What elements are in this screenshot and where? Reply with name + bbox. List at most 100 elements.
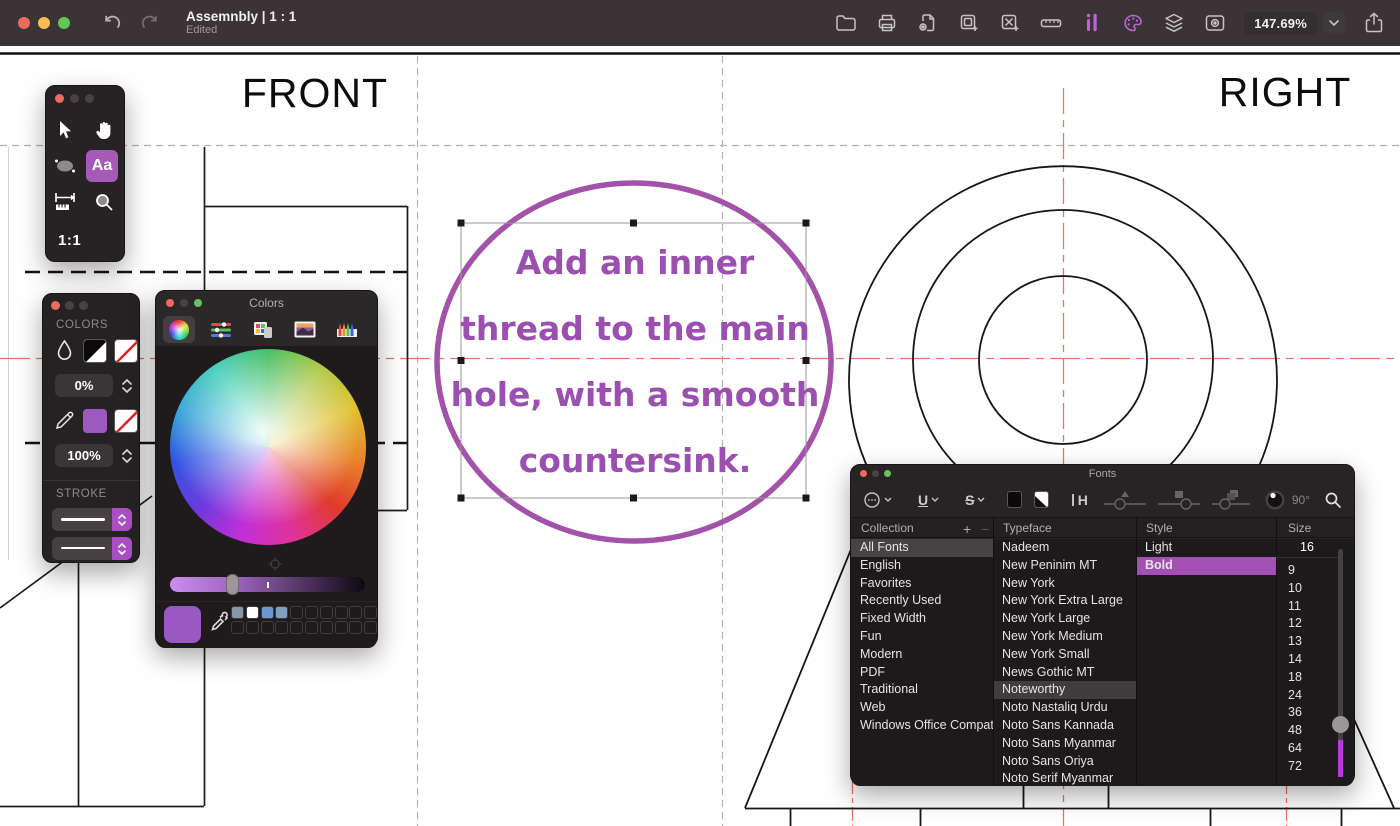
ruler-icon[interactable] bbox=[1039, 11, 1063, 35]
swatch-cell[interactable] bbox=[305, 621, 318, 634]
collection-item[interactable]: PDF bbox=[851, 664, 993, 682]
palette-window-controls[interactable] bbox=[55, 94, 94, 103]
typeface-item[interactable]: Noto Sans Oriya bbox=[993, 753, 1136, 771]
image-palettes-tab[interactable] bbox=[289, 316, 321, 343]
text-color-well[interactable] bbox=[1007, 491, 1022, 508]
size-item[interactable]: 11 bbox=[1279, 598, 1334, 616]
stroke-style-dropdown[interactable] bbox=[52, 537, 132, 560]
share-icon[interactable] bbox=[1362, 11, 1386, 35]
size-item[interactable]: 12 bbox=[1279, 615, 1334, 633]
size-value-field[interactable]: 16 bbox=[1276, 540, 1338, 558]
swatch-cell[interactable] bbox=[320, 621, 333, 634]
redo-icon[interactable] bbox=[138, 11, 162, 35]
shadow-angle-wheel[interactable] bbox=[1264, 489, 1286, 511]
swatch-cell[interactable] bbox=[261, 606, 274, 619]
size-item[interactable]: 64 bbox=[1279, 740, 1334, 758]
chevron-down-icon[interactable] bbox=[1323, 12, 1345, 34]
window-controls[interactable] bbox=[18, 17, 70, 29]
size-item[interactable]: 36 bbox=[1279, 704, 1334, 722]
print-icon[interactable] bbox=[875, 11, 899, 35]
typeface-item[interactable]: New York Extra Large bbox=[993, 592, 1136, 610]
swatch-cell[interactable] bbox=[246, 606, 259, 619]
collection-item[interactable]: Recently Used bbox=[851, 592, 993, 610]
shadow-angle-value[interactable]: 90° bbox=[1292, 493, 1310, 507]
typeface-item[interactable]: New York bbox=[993, 575, 1136, 593]
swatch-cell[interactable] bbox=[305, 606, 318, 619]
zoom-tool[interactable] bbox=[88, 186, 120, 218]
size-item[interactable]: 14 bbox=[1279, 651, 1334, 669]
size-item[interactable]: 13 bbox=[1279, 633, 1334, 651]
collection-item[interactable]: Fixed Width bbox=[851, 610, 993, 628]
size-item[interactable]: 18 bbox=[1279, 669, 1334, 687]
collection-item[interactable]: Web bbox=[851, 699, 993, 717]
swatch-cell[interactable] bbox=[335, 606, 348, 619]
annotation-text[interactable]: Add an innerthread to the mainhole, with… bbox=[449, 230, 821, 494]
stroke-stepper[interactable] bbox=[112, 508, 132, 531]
swatch-cell[interactable] bbox=[349, 621, 362, 634]
eyedropper-icon[interactable] bbox=[210, 610, 232, 632]
dimension-tool[interactable] bbox=[49, 186, 81, 218]
stroke-stepper[interactable] bbox=[112, 537, 132, 560]
collection-item[interactable]: All Fonts bbox=[851, 539, 993, 557]
size-item[interactable]: 24 bbox=[1279, 687, 1334, 705]
typeface-item[interactable]: Noteworthy bbox=[993, 681, 1136, 699]
fill-opacity-stepper[interactable] bbox=[119, 374, 134, 397]
color-wheel-tab[interactable] bbox=[163, 316, 195, 343]
color-palettes-tab[interactable] bbox=[247, 316, 279, 343]
swatch-cell[interactable] bbox=[335, 621, 348, 634]
color-wheel-cursor[interactable] bbox=[268, 557, 282, 571]
typeface-item[interactable]: New York Small bbox=[993, 646, 1136, 664]
minimize-button[interactable] bbox=[65, 301, 74, 310]
minimize-button[interactable] bbox=[38, 17, 50, 29]
size-slider[interactable] bbox=[1338, 549, 1343, 777]
shadow-blur-slider[interactable] bbox=[1156, 489, 1202, 511]
select-tool[interactable] bbox=[49, 114, 81, 146]
layers-icon[interactable] bbox=[1162, 11, 1186, 35]
style-item[interactable]: Bold bbox=[1136, 557, 1276, 575]
fill-color-swatch[interactable] bbox=[83, 339, 107, 363]
swatch-cell[interactable] bbox=[364, 621, 377, 634]
typeface-item[interactable]: News Gothic MT bbox=[993, 664, 1136, 682]
size-item[interactable]: 10 bbox=[1279, 580, 1334, 598]
typeface-item[interactable]: Noto Nastaliq Urdu bbox=[993, 699, 1136, 717]
swatch-cell[interactable] bbox=[290, 621, 303, 634]
close-button[interactable] bbox=[55, 94, 64, 103]
typeface-item[interactable]: Noto Sans Myanmar bbox=[993, 735, 1136, 753]
document-color-well[interactable] bbox=[1034, 491, 1049, 508]
swatch-cell[interactable] bbox=[349, 606, 362, 619]
zoom-window-button[interactable] bbox=[85, 94, 94, 103]
collection-item[interactable]: English bbox=[851, 557, 993, 575]
pencils-tab[interactable] bbox=[331, 316, 363, 343]
size-item[interactable]: 72 bbox=[1279, 758, 1334, 776]
swatch-cell[interactable] bbox=[231, 606, 244, 619]
folder-icon[interactable] bbox=[834, 11, 858, 35]
typeface-item[interactable]: Noto Serif Myanmar bbox=[993, 770, 1136, 786]
size-slider-knob[interactable] bbox=[1332, 716, 1349, 733]
text-tool[interactable]: Aa bbox=[86, 150, 118, 182]
typeface-item[interactable]: New York Large bbox=[993, 610, 1136, 628]
remove-collection-button[interactable]: − bbox=[981, 521, 989, 537]
color-wheel[interactable] bbox=[170, 349, 366, 545]
typeface-item[interactable]: Noto Sans Kannada bbox=[993, 717, 1136, 735]
collection-item[interactable]: Favorites bbox=[851, 575, 993, 593]
swatch-cell[interactable] bbox=[275, 606, 288, 619]
undo-icon[interactable] bbox=[100, 11, 124, 35]
shadow-opacity-slider[interactable] bbox=[1102, 489, 1148, 511]
actions-menu[interactable] bbox=[863, 491, 892, 509]
swatch-cell[interactable] bbox=[275, 621, 288, 634]
strikethrough-menu[interactable]: S bbox=[965, 492, 985, 508]
stroke-color-swatch[interactable] bbox=[83, 409, 107, 433]
swatch-cell[interactable] bbox=[261, 621, 274, 634]
swatch-cell[interactable] bbox=[290, 606, 303, 619]
collection-item[interactable]: Modern bbox=[851, 646, 993, 664]
current-color-swatch[interactable] bbox=[164, 606, 201, 643]
color-sliders-tab[interactable] bbox=[205, 316, 237, 343]
text-highlight-toggle[interactable]: H bbox=[1071, 492, 1088, 508]
underline-menu[interactable]: U bbox=[918, 492, 939, 508]
scale-indicator[interactable]: 1:1 bbox=[58, 232, 81, 249]
stroke-none-swatch[interactable] bbox=[114, 409, 138, 433]
stroke-width-dropdown[interactable] bbox=[52, 508, 132, 531]
zoom-value[interactable]: 147.69% bbox=[1244, 12, 1317, 35]
ellipse-tool[interactable] bbox=[49, 150, 81, 182]
brightness-slider[interactable] bbox=[170, 577, 365, 592]
